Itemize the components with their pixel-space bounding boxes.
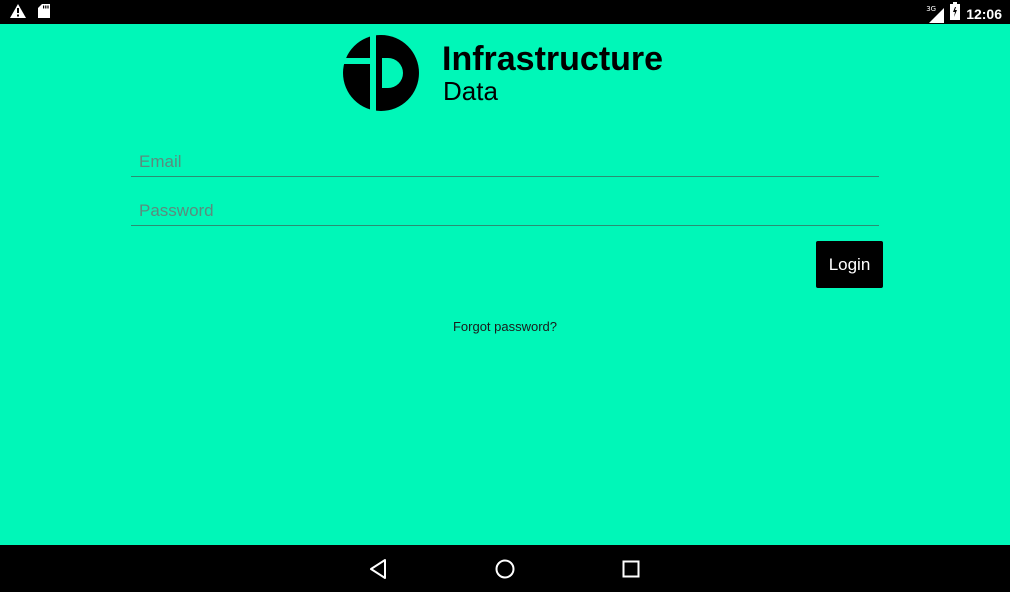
home-icon[interactable] [493,557,517,581]
brand-subtitle: Data [443,76,498,106]
sd-card-icon [38,4,50,23]
status-left-icons [10,4,50,23]
recents-icon[interactable] [619,557,643,581]
status-right-icons: 3G 12:06 [926,2,1002,25]
battery-icon [950,2,961,25]
warning-icon [10,4,26,23]
password-field[interactable] [131,196,879,226]
back-icon[interactable] [367,557,391,581]
status-bar: 3G 12:06 [0,0,1010,24]
email-field[interactable] [131,147,879,177]
login-screen: 3G 12:06 Infrastructure Data Email Login… [0,0,1010,592]
infrastructure-data-logo-icon [342,34,420,112]
forgot-password-link[interactable]: Forgot password? [0,319,1010,334]
brand-title: Infrastructure [442,40,664,78]
navigation-bar [0,545,1010,592]
status-time: 12:06 [966,5,1002,22]
signal-icon: 3G [926,5,945,23]
login-button[interactable]: Login [816,241,883,288]
